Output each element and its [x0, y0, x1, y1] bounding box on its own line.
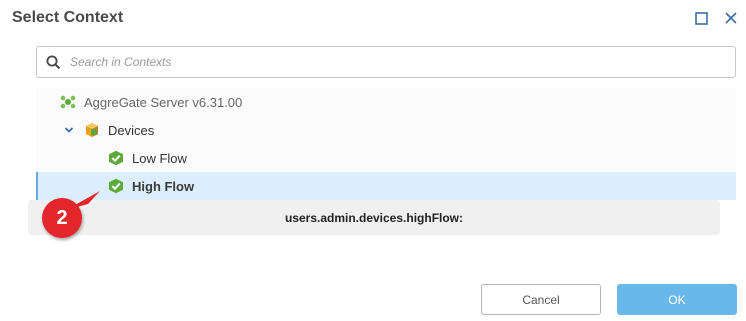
tree-node-high-flow[interactable]: High Flow [36, 172, 736, 200]
tree-node-devices-label: Devices [108, 122, 155, 138]
devices-folder-icon [86, 123, 98, 137]
dialog-title: Select Context [12, 9, 124, 26]
search-box[interactable] [36, 46, 736, 78]
tree-node-devices[interactable]: Devices [36, 116, 736, 144]
tree-node-low-flow[interactable]: Low Flow [36, 144, 736, 172]
close-icon [725, 12, 737, 24]
chevron-down-icon[interactable] [64, 125, 74, 135]
tree-node-low-flow-label: Low Flow [132, 150, 187, 166]
tree-node-server-label: AggreGate Server v6.31.00 [84, 94, 243, 110]
context-tree: AggreGate Server v6.31.00 Devices Low Fl… [36, 88, 736, 200]
maximize-icon [694, 11, 708, 25]
device-ok-icon [109, 150, 123, 166]
ok-button[interactable]: OK [617, 284, 737, 315]
search-icon [46, 54, 62, 70]
select-context-dialog: Select Context AggreGate [0, 0, 746, 321]
context-path-tooltip: users.admin.devices.highFlow: [28, 200, 720, 235]
device-ok-icon [109, 178, 123, 194]
close-button[interactable] [723, 10, 739, 26]
server-icon [60, 95, 76, 109]
maximize-button[interactable] [693, 10, 709, 26]
tree-node-high-flow-label: High Flow [132, 178, 195, 194]
cancel-button[interactable]: Cancel [481, 284, 601, 315]
step-callout-badge: 2 [42, 198, 82, 238]
tree-node-server[interactable]: AggreGate Server v6.31.00 [36, 88, 736, 116]
search-input[interactable] [70, 55, 670, 69]
